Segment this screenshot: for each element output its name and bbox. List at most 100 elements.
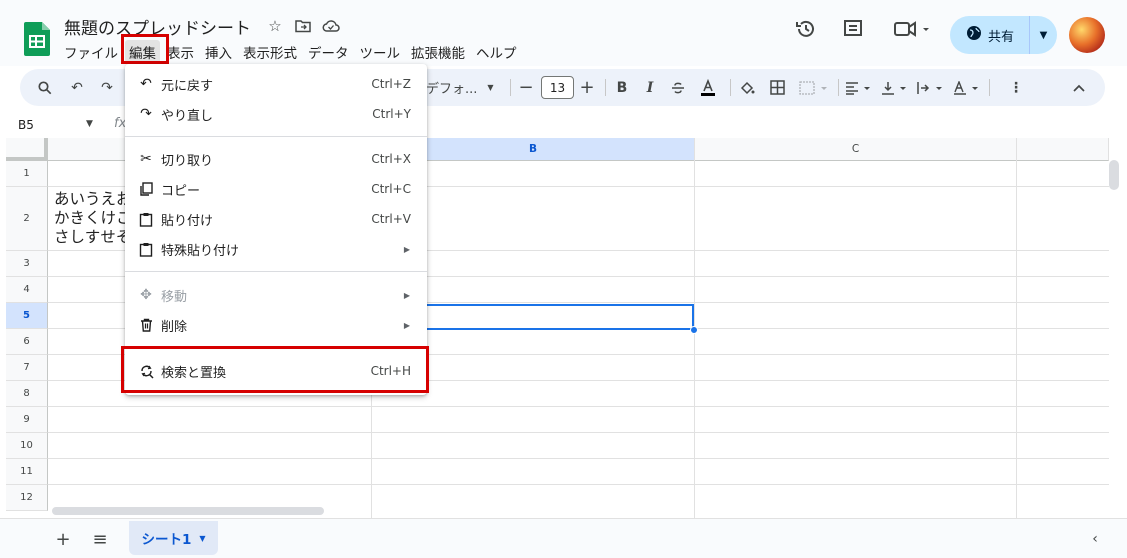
submenu-arrow-icon: ▶ xyxy=(403,244,410,254)
menu-label: 切り取り xyxy=(161,153,214,169)
header: 無題のスプレッドシート ☆ ファイル 編集 表示 挿入 表示形式 データ ツール… xyxy=(0,0,1127,66)
add-sheet-icon[interactable]: + xyxy=(49,525,77,553)
menu-label: 特殊貼り付け xyxy=(161,243,240,259)
redo-toolbar-icon[interactable]: ↷ xyxy=(96,69,118,106)
decrease-font-size-button[interactable]: − xyxy=(516,69,536,106)
share-dropdown-icon[interactable]: ▼ xyxy=(1030,30,1057,41)
paste-special-icon xyxy=(137,240,155,258)
menu-item-move[interactable]: ✥ 移動 ▶ xyxy=(125,280,427,310)
avatar[interactable] xyxy=(1069,17,1105,53)
star-icon[interactable]: ☆ xyxy=(266,17,284,35)
increase-font-size-button[interactable]: + xyxy=(577,69,597,106)
horizontal-scrollbar[interactable] xyxy=(52,507,324,515)
strikethrough-icon[interactable] xyxy=(668,69,688,106)
share-button[interactable]: 共有 ▼ xyxy=(950,16,1057,54)
comment-icon[interactable] xyxy=(842,18,864,44)
italic-button[interactable]: I xyxy=(640,69,660,106)
sheet-tab[interactable]: シート1 ▼ xyxy=(129,521,218,555)
sheets-logo-icon[interactable] xyxy=(24,22,50,56)
column-header-c[interactable]: C xyxy=(695,138,1017,161)
row-header-5[interactable]: 5 xyxy=(6,303,48,329)
menu-extensions[interactable]: 拡張機能 xyxy=(407,40,469,64)
chevron-down-icon: ▼ xyxy=(487,83,494,92)
redo-icon: ↷ xyxy=(140,106,152,122)
row-header-12[interactable]: 12 xyxy=(6,485,48,511)
menu-format[interactable]: 表示形式 xyxy=(239,40,301,64)
history-icon[interactable] xyxy=(795,18,817,44)
cloud-status-icon[interactable] xyxy=(322,17,340,35)
menu-label: 貼り付け xyxy=(161,213,214,229)
copy-icon xyxy=(137,180,155,198)
submenu-arrow-icon: ▶ xyxy=(403,320,410,330)
text-rotation-icon[interactable] xyxy=(952,69,982,106)
row-header-7[interactable]: 7 xyxy=(6,355,48,381)
cut-icon: ✂ xyxy=(140,151,152,167)
font-size-input[interactable]: 13 xyxy=(541,76,574,99)
row-header-9[interactable]: 9 xyxy=(6,407,48,433)
sheet-tab-label: シート1 xyxy=(141,532,192,548)
row-header-11[interactable]: 11 xyxy=(6,459,48,485)
text-wrapping-icon[interactable] xyxy=(916,69,946,106)
text-color-icon[interactable] xyxy=(697,69,719,106)
menu-shortcut: Ctrl+V xyxy=(371,212,411,226)
row-header-6[interactable]: 6 xyxy=(6,329,48,355)
move-icon: ✥ xyxy=(140,287,152,303)
search-menus-icon[interactable] xyxy=(34,69,56,106)
chevron-down-icon: ▼ xyxy=(199,533,206,543)
paste-icon xyxy=(137,210,155,228)
menu-insert[interactable]: 挿入 xyxy=(201,40,236,64)
fill-handle[interactable] xyxy=(690,326,698,334)
more-options-icon[interactable]: ⋮ xyxy=(1006,69,1026,106)
menu-help[interactable]: ヘルプ xyxy=(472,40,521,64)
row-header-10[interactable]: 10 xyxy=(6,433,48,459)
menu-shortcut: Ctrl+C xyxy=(371,182,411,196)
all-sheets-icon[interactable]: ≡ xyxy=(86,525,114,553)
menu-label: コピー xyxy=(161,183,201,199)
menu-data[interactable]: データ xyxy=(304,40,353,64)
menu-tools[interactable]: ツール xyxy=(356,40,405,64)
row-header-1[interactable]: 1 xyxy=(6,161,48,187)
menu-item-delete[interactable]: 削除 ▶ xyxy=(125,310,427,340)
select-all-corner[interactable] xyxy=(6,138,48,161)
font-family-select[interactable]: デフォ... ▼ xyxy=(426,69,506,106)
row-header-3[interactable]: 3 xyxy=(6,251,48,277)
vertical-scrollbar[interactable] xyxy=(1109,160,1119,190)
row-header-4[interactable]: 4 xyxy=(6,277,48,303)
vertical-align-icon[interactable] xyxy=(880,69,910,106)
menu-shortcut: Ctrl+X xyxy=(371,152,411,166)
horizontal-align-icon[interactable] xyxy=(844,69,874,106)
chevron-left-icon[interactable]: ‹ xyxy=(1081,525,1109,553)
row-header-2[interactable]: 2 xyxy=(6,187,48,251)
menu-item-redo[interactable]: ↷ やり直し Ctrl+Y xyxy=(125,99,427,129)
menu-label: やり直し xyxy=(161,108,214,124)
menu-item-paste[interactable]: 貼り付け Ctrl+V xyxy=(125,204,427,234)
merge-cells-icon[interactable] xyxy=(796,69,832,106)
collapse-menu-icon[interactable] xyxy=(1068,69,1090,106)
row-header-8[interactable]: 8 xyxy=(6,381,48,407)
globe-icon xyxy=(966,25,982,45)
menu-shortcut: Ctrl+Y xyxy=(372,107,411,121)
edit-menu-highlight-box xyxy=(121,34,169,64)
submenu-arrow-icon: ▶ xyxy=(403,290,410,300)
menu-item-cut[interactable]: ✂ 切り取り Ctrl+X xyxy=(125,144,427,174)
move-folder-icon[interactable] xyxy=(294,17,312,35)
borders-icon[interactable] xyxy=(766,69,788,106)
fill-color-icon[interactable] xyxy=(736,69,758,106)
find-replace-highlight-box xyxy=(121,346,429,393)
meet-icon[interactable] xyxy=(893,18,933,44)
menu-shortcut: Ctrl+Z xyxy=(371,77,411,91)
undo-toolbar-icon[interactable]: ↶ xyxy=(66,69,88,106)
menu-item-paste-special[interactable]: 特殊貼り付け ▶ xyxy=(125,234,427,264)
name-box[interactable]: B5 xyxy=(18,118,34,132)
column-header-d[interactable] xyxy=(1017,138,1109,161)
font-family-value: デフォ... xyxy=(426,82,478,97)
cell-a2[interactable]: あいうえお かきくけこ さしすせそ xyxy=(54,190,132,247)
menu-item-undo[interactable]: ↶ 元に戻す Ctrl+Z xyxy=(125,69,427,99)
name-box-dropdown-icon[interactable]: ▼ xyxy=(86,119,93,129)
menu-file[interactable]: ファイル xyxy=(60,40,122,64)
sheet-bar: + ≡ シート1 ▼ ‹ xyxy=(0,518,1127,558)
undo-icon: ↶ xyxy=(140,76,152,92)
menu-divider xyxy=(125,271,427,272)
menu-item-copy[interactable]: コピー Ctrl+C xyxy=(125,174,427,204)
bold-button[interactable]: B xyxy=(612,69,632,106)
